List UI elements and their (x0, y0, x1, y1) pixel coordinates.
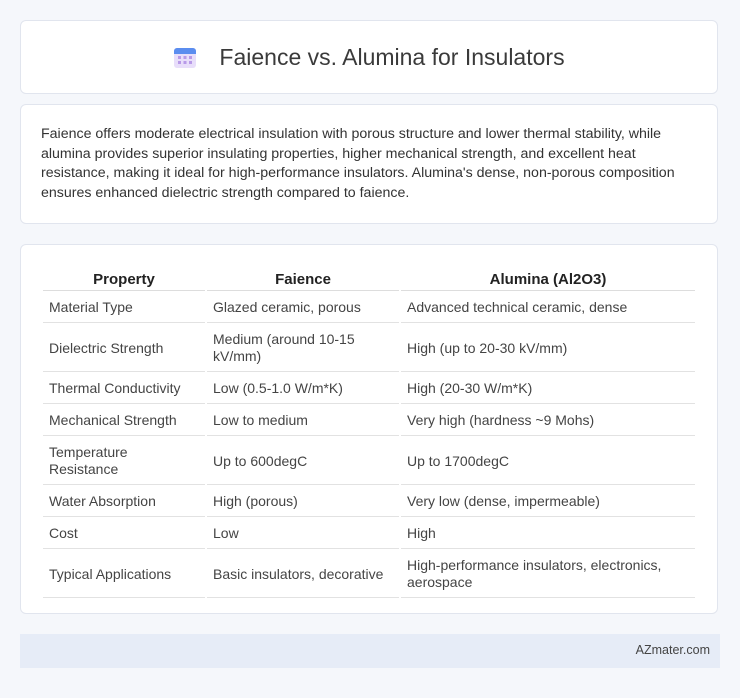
summary-text: Faience offers moderate electrical insul… (41, 126, 675, 201)
table-cell: High (401, 519, 695, 549)
table-row: Mechanical Strength Low to medium Very hig… (43, 406, 695, 436)
column-header: Faience (207, 265, 399, 291)
table-cell: Basic insulators, decorative (207, 551, 399, 598)
table-row: Temperature Resistance Up to 600degC Up to… (43, 438, 695, 485)
table-cell: Advanced technical ceramic, dense (401, 293, 695, 323)
summary-card: Faience offers moderate electrical insul… (20, 104, 718, 224)
table-cell: Low to medium (207, 406, 399, 436)
table-card: Property Faience Alumina (Al2O3) Materia… (20, 244, 718, 614)
table-cell: Glazed ceramic, porous (207, 293, 399, 323)
title-card: Faience vs. Alumina for Insulators (20, 20, 718, 94)
table-cell: Typical Applications (43, 551, 205, 598)
table-cell: Low (207, 519, 399, 549)
table-cell: High (up to 20-30 kV/mm) (401, 325, 695, 372)
table-cell: High (porous) (207, 487, 399, 517)
table-cell: Very low (dense, impermeable) (401, 487, 695, 517)
table-cell: Cost (43, 519, 205, 549)
page-title: Faience vs. Alumina for Insulators (219, 43, 565, 70)
table-cell: Dielectric Strength (43, 325, 205, 372)
table-row: Dielectric Strength Medium (around 10-15 … (43, 325, 695, 372)
table-cell: Low (0.5-1.0 W/m*K) (207, 374, 399, 404)
table-row: Typical Applications Basic insulators, de… (43, 551, 695, 598)
table-row: Water Absorption High (porous) Very low (d… (43, 487, 695, 517)
comparison-table: Property Faience Alumina (Al2O3) Materia… (41, 263, 697, 600)
table-cell: Medium (around 10-15 kV/mm) (207, 325, 399, 372)
table-cell: High-performance insulators, electronics… (401, 551, 695, 598)
table-row: Cost Low High (43, 519, 695, 549)
table-cell: Temperature Resistance (43, 438, 205, 485)
table-cell: High (20-30 W/m*K) (401, 374, 695, 404)
column-header: Property (43, 265, 205, 291)
calendar-icon (173, 45, 197, 69)
table-row: Thermal Conductivity Low (0.5-1.0 W/m*K) H… (43, 374, 695, 404)
table-cell: Very high (hardness ~9 Mohs) (401, 406, 695, 436)
table-row: Material Type Glazed ceramic, porous Advan… (43, 293, 695, 323)
table-cell: Material Type (43, 293, 205, 323)
table-cell: Thermal Conductivity (43, 374, 205, 404)
column-header: Alumina (Al2O3) (401, 265, 695, 291)
footer-brand: AZmater.com (635, 643, 710, 657)
footer: AZmater.com (20, 634, 720, 668)
table-header-row: Property Faience Alumina (Al2O3) (43, 265, 695, 291)
table-cell: Water Absorption (43, 487, 205, 517)
table-cell: Up to 600degC (207, 438, 399, 485)
table-cell: Up to 1700degC (401, 438, 695, 485)
table-cell: Mechanical Strength (43, 406, 205, 436)
